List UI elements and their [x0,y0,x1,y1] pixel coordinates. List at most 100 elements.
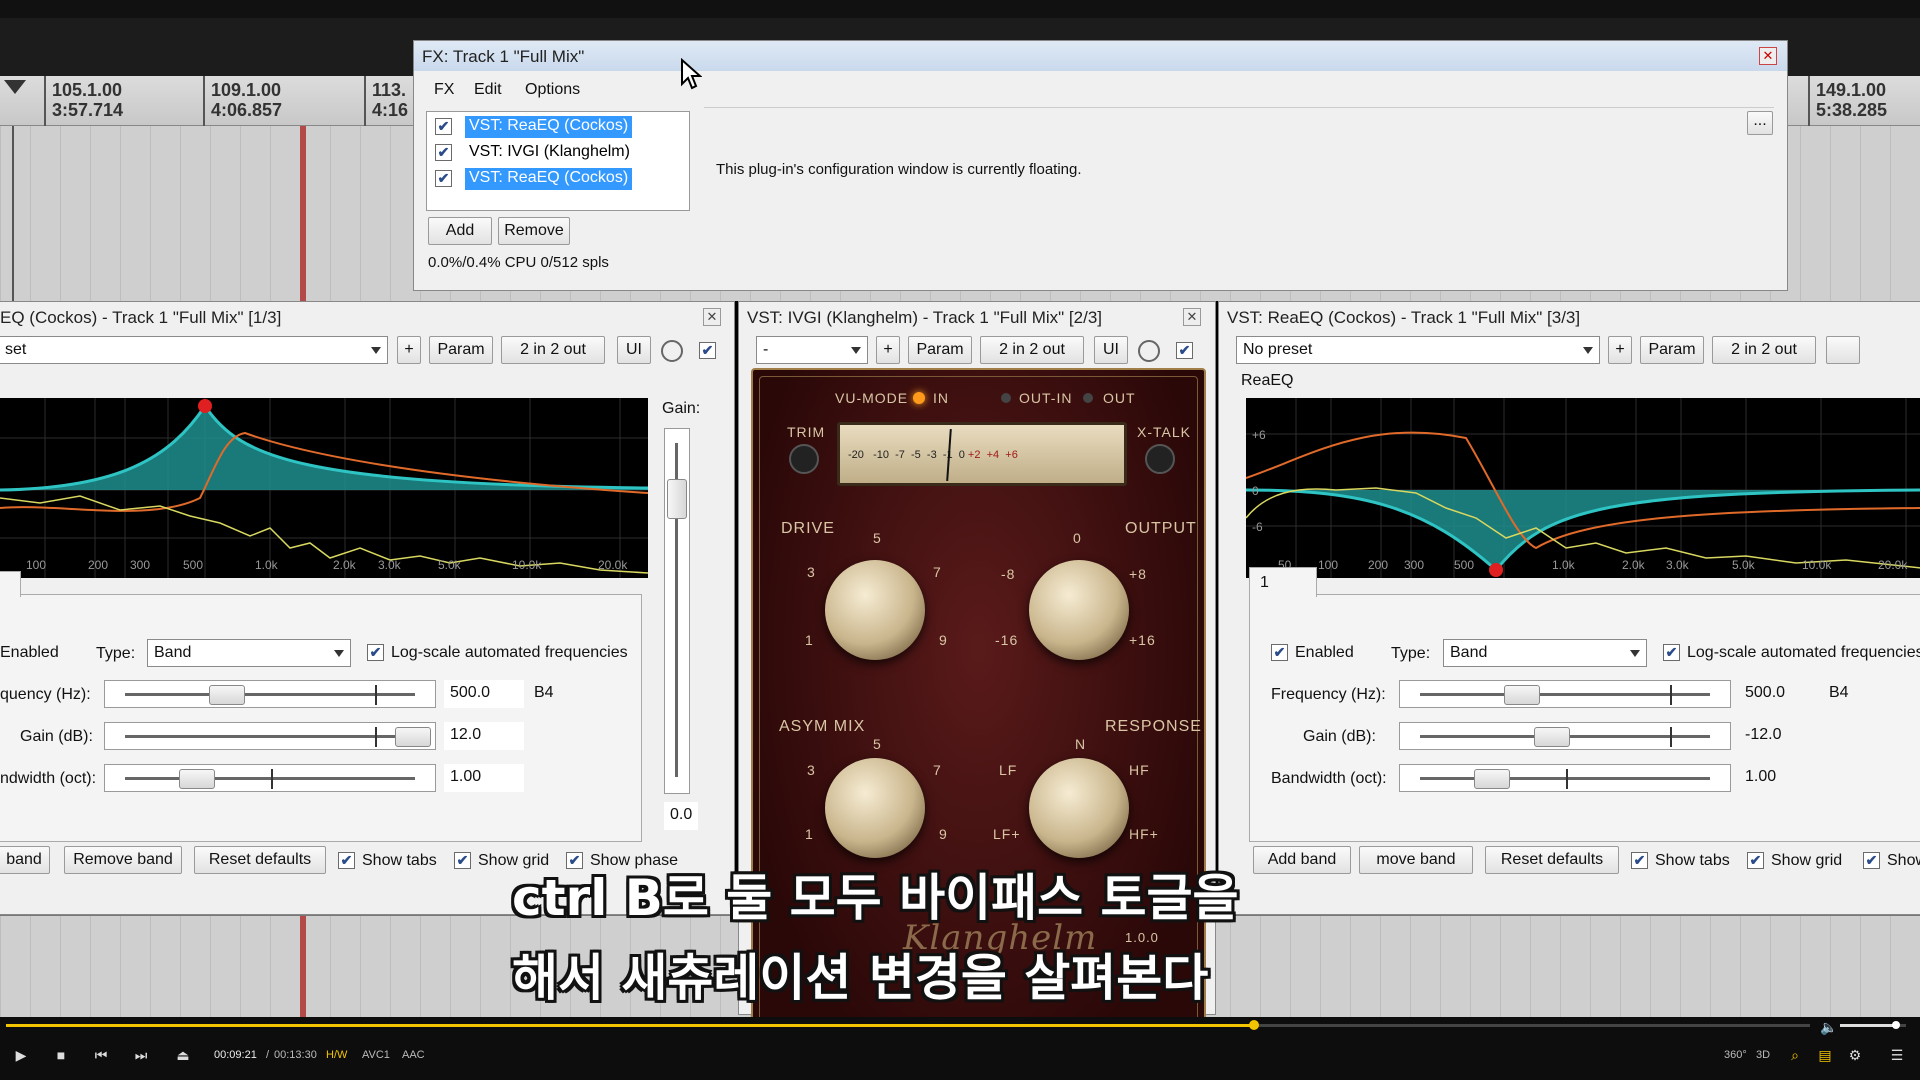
ui-toggle-button[interactable]: UI [1094,336,1128,364]
ivgi-title[interactable]: VST: IVGI (Klanghelm) - Track 1 "Full Mi… [739,302,1215,332]
menu-fx[interactable]: FX [434,81,454,99]
param-button[interactable]: Param [1640,336,1704,364]
close-icon[interactable]: ✕ [1759,47,1777,65]
show-tabs-checkbox[interactable]: ✔ [1631,852,1648,869]
wet-knob-icon[interactable] [661,340,683,362]
slider-thumb[interactable] [1534,727,1570,747]
play-icon[interactable]: ▶ [12,1045,30,1065]
show-phase-checkbox[interactable]: ✔ [1863,852,1880,869]
subtitle-icon[interactable]: ▤ [1816,1045,1834,1065]
fx-enable-checkbox[interactable]: ✔ [435,170,452,187]
reaeq3-title[interactable]: VST: ReaEQ (Cockos) - Track 1 "Full Mix"… [1219,302,1920,332]
hw-accel-badge[interactable]: H/W [326,1045,347,1065]
slider-thumb[interactable] [179,769,215,789]
volume-icon[interactable]: 🔈 [1820,1017,1837,1037]
eject-icon[interactable]: ⏏ [174,1045,192,1065]
bandwidth-value[interactable]: 1.00 [1739,764,1819,792]
preset-add-button[interactable]: + [876,336,900,364]
master-gain-slider[interactable] [664,428,690,794]
gain-db-value[interactable]: 12.0 [444,722,524,750]
band-type-dropdown[interactable]: Band [147,639,351,667]
frequency-slider[interactable] [104,680,436,708]
zoom-icon[interactable]: ⌕ [1786,1045,1804,1065]
preset-add-button[interactable]: + [1608,336,1632,364]
reset-defaults-button[interactable]: Reset defaults [194,846,326,874]
log-scale-checkbox[interactable]: ✔ [1663,644,1680,661]
next-icon[interactable]: ⏭ [132,1045,150,1065]
frequency-value[interactable]: 500.0 [1739,680,1819,708]
preset-add-button[interactable]: + [397,336,421,364]
io-routing-button[interactable]: 2 in 2 out [1712,336,1816,364]
vu-out-led-icon[interactable] [1083,393,1093,403]
settings-icon[interactable]: ⚙ [1846,1045,1864,1065]
fx-plugin-list[interactable]: ✔ VST: ReaEQ (Cockos) ✔ VST: IVGI (Klang… [426,111,690,211]
trim-knob[interactable] [789,444,819,474]
menu-edit[interactable]: Edit [474,81,502,99]
show-grid-checkbox[interactable]: ✔ [454,852,471,869]
3d-icon[interactable]: 3D [1756,1045,1770,1065]
slider-thumb[interactable] [395,727,431,747]
band-type-dropdown[interactable]: Band [1443,639,1647,667]
menu-options[interactable]: Options [525,81,580,99]
ui-toggle-button[interactable] [1826,336,1860,364]
seek-handle[interactable] [1249,1020,1260,1030]
gain-slider[interactable] [1399,722,1731,750]
add-band-button[interactable]: band [0,846,50,874]
gain-db-value[interactable]: -12.0 [1739,722,1819,750]
remove-band-button[interactable]: Remove band [64,846,182,874]
seek-bar[interactable] [6,1020,1810,1030]
io-routing-button[interactable]: 2 in 2 out [501,336,605,364]
360-icon[interactable]: 360° [1724,1045,1747,1065]
wet-knob-icon[interactable] [1138,340,1160,362]
drive-knob[interactable] [825,560,925,660]
add-band-button[interactable]: Add band [1253,846,1351,874]
slider-thumb[interactable] [667,479,687,519]
reaeq1-title[interactable]: EQ (Cockos) - Track 1 "Full Mix" [1/3] [0,302,734,332]
slider-thumb[interactable] [1504,685,1540,705]
volume-slider[interactable] [1840,1021,1906,1029]
stop-icon[interactable]: ■ [52,1045,70,1065]
io-routing-button[interactable]: 2 in 2 out [980,336,1084,364]
eq3-graph[interactable]: +6 0 -6 50 100 200 300 500 1.0k 2.0k 3.0… [1246,398,1920,578]
frequency-slider[interactable] [1399,680,1731,708]
slider-thumb[interactable] [1474,769,1510,789]
preset-dropdown[interactable]: - [756,336,868,364]
param-button[interactable]: Param [429,336,493,364]
volume-handle[interactable] [1892,1021,1901,1029]
gain-slider[interactable] [104,722,436,750]
bandwidth-slider[interactable] [1399,764,1731,792]
reset-defaults-button[interactable]: Reset defaults [1485,846,1619,874]
vu-in-led-icon[interactable] [913,392,925,404]
show-grid-checkbox[interactable]: ✔ [1747,852,1764,869]
preset-dropdown[interactable]: set [0,336,388,364]
show-tabs-checkbox[interactable]: ✔ [338,852,355,869]
master-gain-value[interactable]: 0.0 [664,802,698,830]
band-tab-1[interactable]: 1 [1249,567,1317,597]
eq1-graph[interactable]: 100 200 300 500 1.0k 2.0k 3.0k 5.0k 10.0… [0,398,648,578]
log-scale-checkbox[interactable]: ✔ [367,644,384,661]
vu-outin-led-icon[interactable] [1001,393,1011,403]
ui-toggle-button[interactable]: UI [617,336,651,364]
playhead-marker-icon[interactable] [4,80,26,94]
close-icon[interactable]: ✕ [703,308,721,326]
enabled-checkbox[interactable]: ✔ [1271,644,1288,661]
more-options-button[interactable]: ... [1747,111,1773,135]
response-knob[interactable] [1029,758,1129,858]
asym-mix-knob[interactable] [825,758,925,858]
bypass-checkbox[interactable]: ✔ [1176,342,1193,359]
menu-icon[interactable]: ☰ [1888,1045,1906,1065]
output-knob[interactable] [1029,560,1129,660]
prev-icon[interactable]: ⏮ [92,1045,110,1065]
preset-dropdown[interactable]: No preset [1236,336,1600,364]
remove-band-button[interactable]: move band [1359,846,1473,874]
close-icon[interactable]: ✕ [1183,308,1201,326]
xtalk-knob[interactable] [1145,444,1175,474]
remove-fx-button[interactable]: Remove [498,217,570,245]
frequency-value[interactable]: 500.0 [444,680,524,708]
add-fx-button[interactable]: Add [428,217,492,245]
bandwidth-value[interactable]: 1.00 [444,764,524,792]
bypass-checkbox[interactable]: ✔ [699,342,716,359]
fx-enable-checkbox[interactable]: ✔ [435,118,452,135]
fx-chain-title[interactable]: FX: Track 1 "Full Mix" [414,41,1787,71]
param-button[interactable]: Param [908,336,972,364]
